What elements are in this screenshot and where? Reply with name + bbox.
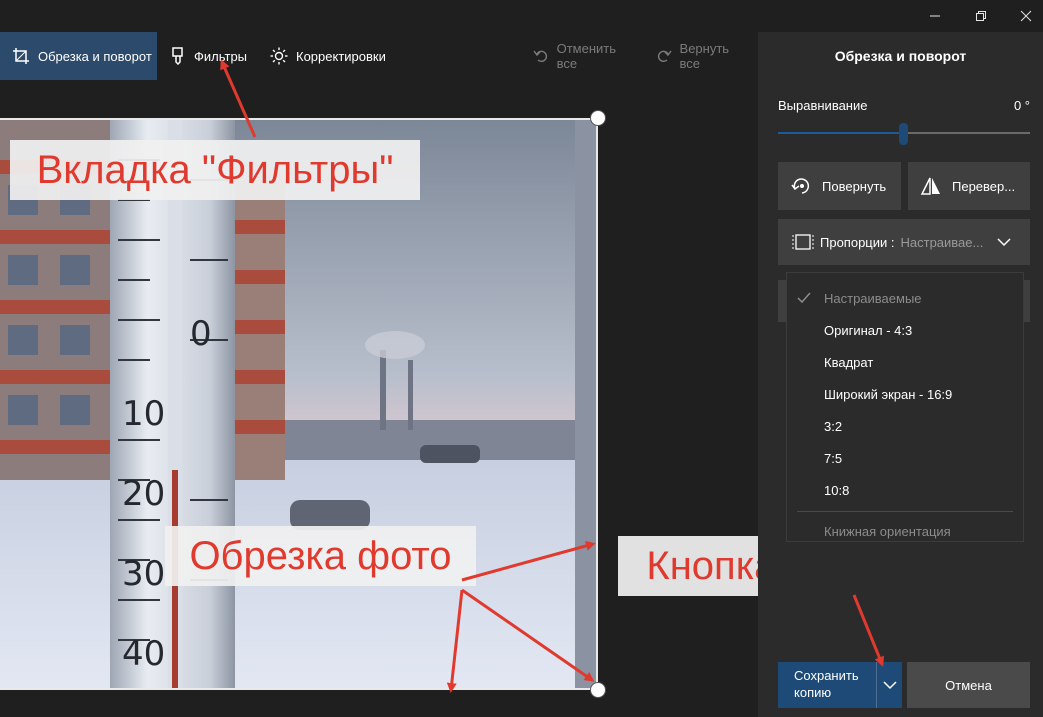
close-button[interactable] (1003, 0, 1043, 32)
winter-photo: 0 10 20 30 40 (0, 120, 596, 688)
aspect-option-original[interactable]: Оригинал - 4:3 (824, 323, 912, 338)
undo-all-button[interactable]: Отменить все (533, 32, 638, 80)
redo-icon (657, 50, 672, 63)
thermometer-tick-label: 10 (122, 394, 165, 434)
straighten-slider-fill (778, 132, 903, 134)
thermometer-tick-label: 40 (122, 634, 165, 674)
straighten-label: Выравнивание (778, 98, 868, 113)
save-copy-label: Сохранить копию (794, 668, 859, 700)
photo-preview[interactable]: 0 10 20 30 40 (0, 118, 598, 690)
undo-icon (533, 50, 548, 63)
rotate-label: Повернуть (822, 178, 887, 194)
thermometer-tick-label: 20 (122, 474, 165, 514)
filters-brush-icon (172, 47, 183, 65)
tab-filters-label: Фильтры (194, 48, 248, 64)
minimize-icon (930, 15, 940, 17)
checkmark-icon (797, 292, 811, 304)
close-icon (1020, 10, 1032, 22)
crop-icon (13, 48, 29, 64)
flip-icon (920, 177, 940, 195)
thermometer-tick-label: 30 (122, 554, 165, 594)
straighten-slider-thumb[interactable] (899, 123, 908, 145)
restore-icon (976, 11, 986, 21)
redo-all-button[interactable]: Вернуть все (656, 32, 751, 80)
aspect-ratio-value: Настраивае... (900, 234, 984, 250)
aspect-option-7-5[interactable]: 7:5 (824, 451, 842, 466)
tab-crop-rotate[interactable]: Обрезка и поворот (0, 32, 157, 80)
save-options-dropdown[interactable] (876, 662, 902, 708)
aspect-ratio-dropdown[interactable]: Пропорции : Настраивае... (778, 219, 1030, 265)
chevron-down-icon (882, 681, 897, 690)
rotate-button[interactable]: Повернуть (778, 162, 901, 210)
undo-all-label: Отменить все (556, 41, 616, 71)
annotation-filters-tab: Вкладка "Фильтры" (10, 140, 420, 200)
title-bar (0, 0, 1043, 32)
aspect-option-3-2[interactable]: 3:2 (824, 419, 842, 434)
sun-icon (270, 47, 288, 65)
aspect-option-widescreen[interactable]: Широкий экран - 16:9 (824, 387, 952, 402)
tab-adjustments[interactable]: Корректировки (270, 32, 390, 80)
straighten-value: 0 ° (1013, 98, 1030, 113)
tab-filters[interactable]: Фильтры (170, 32, 260, 80)
redo-all-label: Вернуть все (679, 41, 730, 71)
flip-label: Перевер... (952, 178, 1016, 194)
orientation-option[interactable]: Книжная ориентация (824, 524, 951, 539)
panel-title: Обрезка и поворот (834, 48, 967, 64)
crop-handle-top-right[interactable] (590, 110, 606, 126)
aspect-option-square[interactable]: Квадрат (824, 355, 873, 370)
save-copy-button[interactable]: Сохранить копию (778, 662, 876, 708)
minimize-button[interactable] (912, 0, 958, 32)
tab-adjustments-label: Корректировки (296, 48, 386, 64)
restore-button[interactable] (958, 0, 1004, 32)
flip-button[interactable]: Перевер... (908, 162, 1030, 210)
rotate-icon (791, 178, 810, 194)
annotation-crop-photo: Обрезка фото (165, 526, 476, 586)
aspect-ratio-icon (792, 234, 814, 250)
tab-crop-rotate-label: Обрезка и поворот (38, 48, 152, 64)
crop-handle-bottom-right[interactable] (590, 682, 606, 698)
cancel-button[interactable]: Отмена (907, 662, 1030, 708)
aspect-ratio-menu: Настраиваемые Оригинал - 4:3 Квадрат Шир… (786, 272, 1024, 542)
aspect-option-10-8[interactable]: 10:8 (824, 483, 849, 498)
chevron-down-icon (997, 238, 1011, 247)
aspect-option-custom[interactable]: Настраиваемые (824, 291, 922, 306)
menu-divider (797, 511, 1013, 512)
cancel-label: Отмена (945, 677, 992, 693)
thermometer-zero-label: 0 (190, 314, 212, 354)
aspect-ratio-label: Пропорции : (820, 234, 895, 250)
